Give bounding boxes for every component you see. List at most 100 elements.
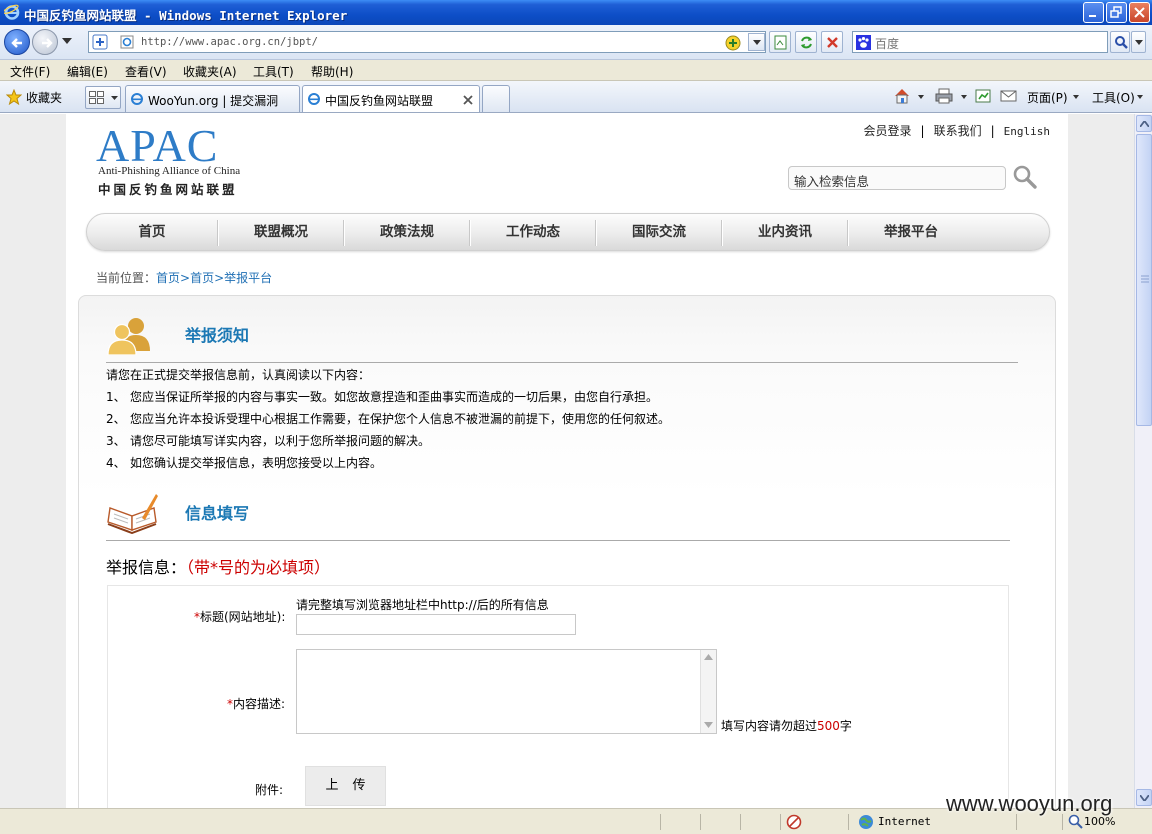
new-tab-button[interactable] bbox=[482, 85, 510, 112]
menu-edit[interactable]: 编辑(E) bbox=[67, 63, 108, 80]
content-textarea[interactable] bbox=[296, 649, 717, 734]
upload-button[interactable]: 上传 bbox=[305, 766, 386, 806]
window-title-bar: 中国反钓鱼网站联盟 - Windows Internet Explorer bbox=[0, 0, 1152, 25]
address-dropdown-button[interactable] bbox=[748, 33, 765, 51]
minimize-button[interactable] bbox=[1083, 2, 1104, 23]
nav-overview[interactable]: 联盟概况 bbox=[218, 214, 344, 250]
nav-work-news[interactable]: 工作动态 bbox=[470, 214, 596, 250]
page-icon bbox=[774, 35, 787, 50]
search-input[interactable]: 百度 bbox=[852, 31, 1108, 53]
notice-num: 1、 bbox=[106, 390, 126, 404]
users-icon bbox=[107, 318, 150, 355]
restore-button[interactable] bbox=[1106, 2, 1127, 23]
print-icon[interactable] bbox=[935, 88, 953, 104]
nav-home[interactable]: 首页 bbox=[87, 214, 217, 250]
status-divider bbox=[848, 814, 849, 830]
status-divider bbox=[780, 814, 781, 830]
ie-page-icon bbox=[131, 93, 143, 105]
site-search-input[interactable]: 输入检索信息 bbox=[788, 166, 1006, 190]
status-divider bbox=[660, 814, 661, 830]
refresh-button[interactable] bbox=[795, 31, 817, 53]
page-menu[interactable]: 页面(P) bbox=[1027, 89, 1068, 106]
tab-apac[interactable]: 中国反钓鱼网站联盟 bbox=[302, 85, 480, 112]
stop-button[interactable] bbox=[821, 31, 843, 53]
feeds-icon[interactable] bbox=[975, 88, 992, 104]
page-view-button[interactable] bbox=[769, 31, 791, 53]
search-icon[interactable] bbox=[1012, 164, 1038, 190]
security-zone: Internet bbox=[878, 815, 931, 828]
scroll-up-icon[interactable] bbox=[704, 654, 713, 660]
notice-item: 4、 如您确认提交举报信息，表明您接受以上内容。 bbox=[106, 454, 382, 471]
menu-favorites[interactable]: 收藏夹(A) bbox=[183, 63, 237, 80]
window-title: 中国反钓鱼网站联盟 - Windows Internet Explorer bbox=[24, 8, 348, 23]
notice-item: 1、 您应当保证所举报的内容与事实一致。如您故意捏造和歪曲事实而造成的一切后果，由… bbox=[106, 388, 658, 405]
popup-blocked-icon[interactable] bbox=[786, 814, 802, 830]
menu-file[interactable]: 文件(F) bbox=[10, 63, 50, 80]
scroll-down-button[interactable] bbox=[1136, 789, 1152, 806]
web-page: APAC Anti-Phishing Alliance of China 中国反… bbox=[66, 114, 1068, 808]
history-dropdown-icon[interactable] bbox=[62, 38, 72, 44]
mail-icon[interactable] bbox=[1000, 88, 1017, 104]
nav-international[interactable]: 国际交流 bbox=[596, 214, 722, 250]
forward-button[interactable] bbox=[32, 29, 58, 55]
page-scrollbar[interactable] bbox=[1134, 114, 1152, 808]
search-options-button[interactable] bbox=[1131, 31, 1146, 53]
content-limit: 500 bbox=[817, 719, 840, 733]
scroll-up-button[interactable] bbox=[1136, 115, 1152, 132]
close-button[interactable] bbox=[1129, 2, 1150, 23]
breadcrumb-home-2[interactable]: >首页 bbox=[180, 271, 214, 285]
tab-label: 中国反钓鱼网站联盟 bbox=[325, 94, 434, 108]
stop-icon bbox=[827, 37, 838, 48]
nav-industry-news[interactable]: 业内资讯 bbox=[722, 214, 848, 250]
favorites-star-icon[interactable] bbox=[6, 89, 22, 105]
address-input[interactable]: http://www.apac.org.cn/jbpt/ bbox=[88, 31, 766, 53]
chevron-down-icon[interactable] bbox=[961, 95, 967, 99]
search-button[interactable] bbox=[1110, 31, 1130, 53]
quick-tabs-button[interactable] bbox=[85, 86, 121, 109]
browser-viewport: APAC Anti-Phishing Alliance of China 中国反… bbox=[0, 114, 1134, 808]
chevron-down-icon[interactable] bbox=[1073, 95, 1079, 99]
nav-report-platform[interactable]: 举报平台 bbox=[848, 214, 974, 250]
title-url-input[interactable] bbox=[296, 614, 576, 635]
contact-us-link[interactable]: 联系我们 bbox=[934, 124, 982, 138]
arrow-left-icon bbox=[11, 38, 22, 48]
form-divider bbox=[106, 540, 1010, 541]
page-favicon-icon bbox=[120, 35, 134, 49]
chevron-down-icon[interactable] bbox=[1137, 95, 1143, 99]
watermark: www.wooyun.org bbox=[946, 791, 1113, 816]
menu-help[interactable]: 帮助(H) bbox=[311, 63, 353, 80]
main-navigation: 首页 联盟概况 政策法规 工作动态 国际交流 业内资讯 举报平台 bbox=[86, 213, 1050, 251]
add-tab-icon[interactable] bbox=[92, 34, 108, 50]
tab-label: WooYun.org | 提交漏洞 bbox=[148, 94, 279, 108]
content-hint: 填写内容请勿超过500字 bbox=[721, 717, 852, 734]
menu-view[interactable]: 查看(V) bbox=[125, 63, 167, 80]
menu-tools[interactable]: 工具(T) bbox=[253, 63, 294, 80]
tab-wooyun[interactable]: WooYun.org | 提交漏洞 bbox=[125, 85, 300, 112]
ie-page-icon bbox=[308, 93, 320, 105]
nav-policy[interactable]: 政策法规 bbox=[344, 214, 470, 250]
notice-title: 举报须知 bbox=[185, 326, 250, 345]
form-heading-label: 举报信息： bbox=[106, 558, 187, 577]
compatibility-icon[interactable] bbox=[725, 35, 741, 51]
quick-tabs-icon bbox=[89, 91, 104, 104]
close-icon bbox=[1134, 7, 1145, 18]
favorites-button[interactable]: 收藏夹 bbox=[26, 89, 62, 106]
notice-num: 3、 bbox=[106, 434, 126, 448]
title-label: *标题(网站地址): bbox=[194, 608, 285, 625]
back-button[interactable] bbox=[4, 29, 30, 55]
home-icon[interactable] bbox=[893, 87, 911, 104]
attachment-label: 附件: bbox=[255, 783, 284, 797]
scroll-down-icon[interactable] bbox=[704, 722, 713, 728]
scroll-thumb[interactable] bbox=[1136, 134, 1152, 426]
close-tab-icon[interactable] bbox=[463, 95, 473, 105]
textarea-scrollbar[interactable] bbox=[700, 650, 716, 733]
separator: | bbox=[920, 124, 925, 138]
tools-menu[interactable]: 工具(O) bbox=[1092, 89, 1135, 106]
notice-text: 请您尽可能填写详实内容，以利于您所举报问题的解决。 bbox=[130, 434, 431, 448]
member-login-link[interactable]: 会员登录 bbox=[864, 124, 912, 138]
breadcrumb-home[interactable]: 首页 bbox=[156, 271, 180, 285]
chevron-down-icon[interactable] bbox=[918, 95, 924, 99]
english-link[interactable]: English bbox=[1004, 125, 1050, 138]
title-hint: 请完整填写浏览器地址栏中http://后的所有信息 bbox=[296, 598, 549, 612]
breadcrumb-report[interactable]: >举报平台 bbox=[214, 271, 272, 285]
